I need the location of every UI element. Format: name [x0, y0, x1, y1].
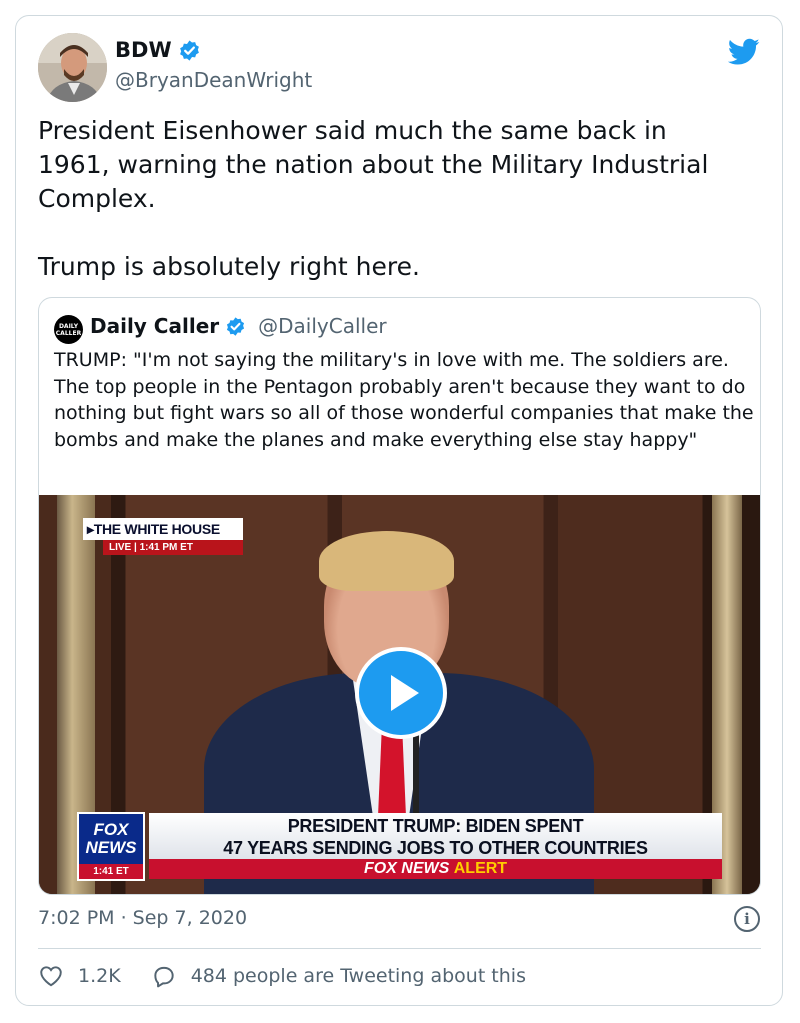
verified-badge-icon [227, 316, 245, 336]
speaker-hair [319, 531, 454, 591]
quoted-avatar[interactable]: DAILY CALLER [54, 315, 83, 344]
discussion-link[interactable]: 484 people are Tweeting about this [151, 963, 526, 989]
headline-line1: PRESIDENT TRUMP: BIDEN SPENT [287, 816, 584, 836]
heart-icon [40, 966, 62, 987]
network-time: 1:41 ET [79, 864, 143, 879]
like-count: 1.2K [78, 965, 121, 987]
action-bar: 1.2K 484 people are Tweeting about this [38, 961, 526, 991]
display-name[interactable]: BDW [115, 38, 172, 62]
headline-line2: 47 YEARS SENDING JOBS TO OTHER COUNTRIES [223, 838, 648, 858]
headline-chyron: PRESIDENT TRUMP: BIDEN SPENT 47 YEARS SE… [149, 813, 722, 859]
network-logo-line2: NEWS [85, 838, 137, 857]
alert-word: ALERT [453, 860, 508, 877]
network-logo-line1: FOX [93, 820, 129, 839]
avatar[interactable] [38, 33, 107, 102]
tweet-card: BDW @BryanDeanWright President Eisenhowe… [15, 15, 783, 1006]
location-banner: ▸THE WHITE HOUSE [83, 518, 243, 540]
reply-bubble-icon [154, 966, 174, 988]
play-icon [391, 675, 419, 711]
alert-brand: FOX NEWS [363, 860, 450, 877]
live-label: LIVE | 1:41 PM ET [103, 540, 243, 555]
play-button[interactable] [355, 647, 447, 739]
timestamp[interactable]: 7:02 PM · Sep 7, 2020 [38, 907, 247, 929]
alert-bar: FOX NEWS ALERT [149, 859, 722, 879]
video-player[interactable]: ▸THE WHITE HOUSE LIVE | 1:41 PM ET FOX N… [39, 495, 760, 894]
network-logo: FOX NEWS 1:41 ET [77, 812, 145, 881]
divider [38, 948, 761, 949]
quoted-tweet[interactable]: DAILY CALLER Daily Caller @DailyCaller T… [38, 297, 761, 895]
quoted-tweet-text: TRUMP: "I'm not saying the military's in… [54, 349, 754, 451]
like-button[interactable]: 1.2K [38, 963, 121, 989]
twitter-bird-icon[interactable] [728, 38, 760, 66]
display-name-row[interactable]: BDW [115, 38, 201, 62]
avatar-photo [38, 33, 107, 102]
tweet-text: President Eisenhower said much the same … [38, 116, 709, 281]
quoted-name-row[interactable]: Daily Caller @DailyCaller [90, 314, 387, 338]
quoted-display-name[interactable]: Daily Caller [90, 314, 219, 338]
quoted-avatar-text: DAILY CALLER [55, 322, 82, 337]
handle[interactable]: @BryanDeanWright [115, 68, 312, 92]
discussion-text: 484 people are Tweeting about this [190, 965, 526, 987]
info-icon[interactable]: i [734, 906, 760, 932]
quoted-handle[interactable]: @DailyCaller [258, 314, 386, 338]
verified-badge-icon [179, 39, 199, 61]
